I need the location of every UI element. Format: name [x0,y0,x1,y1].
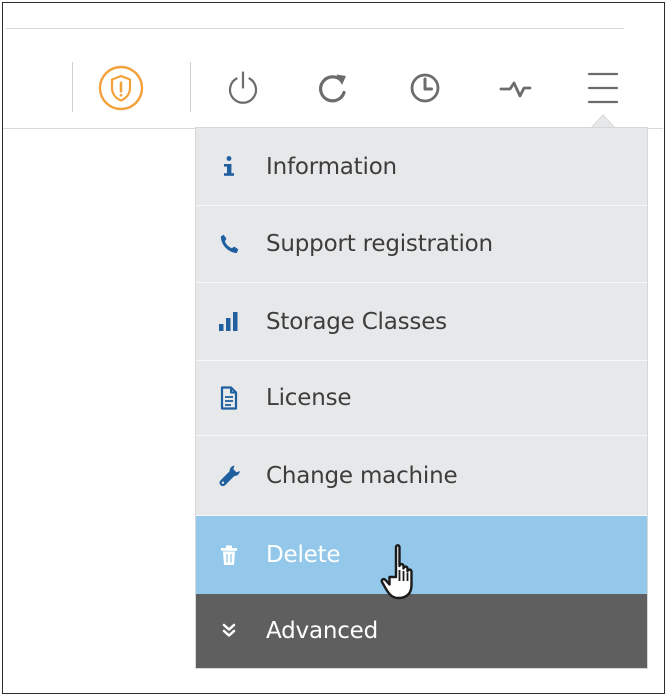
menu-button[interactable] [579,62,627,114]
phone-icon [214,229,244,259]
double-chevron-down-icon [214,616,244,646]
menu-pointer [589,114,617,129]
refresh-button[interactable] [309,62,357,114]
bar-chart-icon [214,307,244,337]
wrench-icon [214,461,244,491]
menu-item-license-label: License [266,385,352,411]
menu-item-support-registration-label: Support registration [266,231,493,257]
dropdown-menu: Information Support registration Storage… [196,128,647,668]
menu-item-storage-classes[interactable]: Storage Classes [196,283,647,361]
info-icon [214,152,244,182]
menu-item-advanced[interactable]: Advanced [196,594,647,668]
activity-icon [497,66,541,110]
refresh-icon [311,66,355,110]
hamburger-menu-icon [581,66,625,110]
power-icon [221,66,265,110]
history-button[interactable] [401,62,449,114]
menu-item-change-machine[interactable]: Change machine [196,436,647,516]
clock-icon [403,66,447,110]
activity-button[interactable] [495,62,543,114]
toolbar-separator [72,62,73,112]
trash-icon [214,540,244,570]
menu-item-delete[interactable]: Delete [196,516,647,594]
menu-item-advanced-label: Advanced [266,618,379,644]
shield-warning-icon [97,64,145,112]
menu-item-delete-label: Delete [266,542,341,568]
menu-item-license[interactable]: License [196,361,647,436]
menu-item-change-machine-label: Change machine [266,462,458,489]
menu-item-information[interactable]: Information [196,128,647,206]
toolbar-separator [190,62,191,112]
menu-item-information-label: Information [266,153,397,180]
document-icon [214,383,244,413]
menu-item-storage-classes-label: Storage Classes [266,308,447,335]
power-button[interactable] [219,62,267,114]
shield-warning-button[interactable] [97,62,145,114]
top-divider [6,28,624,29]
menu-item-support-registration[interactable]: Support registration [196,206,647,283]
